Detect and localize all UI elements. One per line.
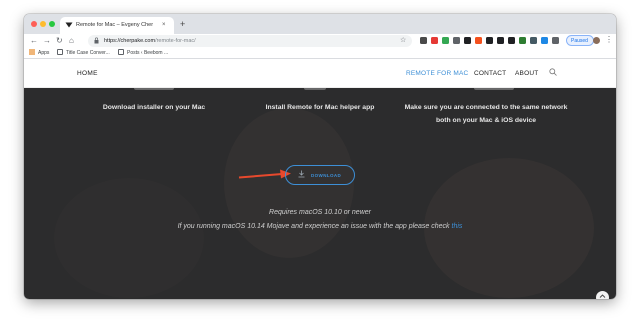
- tab-title: Remote for Mac – Evgeny Cher: [76, 22, 154, 28]
- url-path: /remote-for-mac/: [155, 38, 196, 44]
- extension-icon[interactable]: [497, 37, 504, 44]
- download-icon: [298, 170, 305, 182]
- browser-toolbar: ← → ↻ ⌂ https://cherpake.com/remote-for-…: [24, 34, 616, 48]
- tab-strip: Remote for Mac – Evgeny Cher × +: [24, 14, 616, 34]
- download-button[interactable]: DOWNLOAD: [285, 165, 355, 185]
- download-label: DOWNLOAD: [311, 173, 342, 178]
- menu-icon[interactable]: ⋮: [605, 35, 613, 45]
- back-icon[interactable]: ←: [30, 36, 38, 46]
- issue-link[interactable]: this: [452, 223, 463, 230]
- step-heading-cut: [304, 88, 326, 90]
- apps-grid-icon: [29, 49, 35, 55]
- extension-icon[interactable]: [431, 37, 438, 44]
- lock-icon: [94, 37, 99, 47]
- avatar[interactable]: [593, 37, 600, 44]
- search-icon[interactable]: [549, 68, 557, 79]
- profile-paused-button[interactable]: Paused: [566, 35, 594, 46]
- forward-icon[interactable]: →: [43, 36, 51, 46]
- reload-icon[interactable]: ↻: [56, 36, 63, 46]
- file-icon: [118, 49, 124, 55]
- extension-icon[interactable]: [541, 37, 548, 44]
- step-heading-cut: [474, 88, 514, 90]
- minimize-window-button[interactable]: [40, 21, 46, 27]
- paused-label: Paused: [571, 38, 588, 44]
- issue-sentence: If you running macOS 10.14 Mojave and ex…: [177, 223, 452, 230]
- home-icon[interactable]: ⌂: [69, 36, 74, 46]
- nav-remote-for-mac-link[interactable]: REMOTE FOR MAC: [406, 69, 468, 78]
- extension-icon[interactable]: [486, 37, 493, 44]
- site-nav: HOME REMOTE FOR MAC CONTACT ABOUT: [24, 59, 616, 88]
- address-bar[interactable]: https://cherpake.com/remote-for-mac/ ☆: [88, 35, 412, 47]
- chevron-up-icon: [599, 292, 606, 299]
- bookmarks-bar: Apps Title Case Conver... Posts ‹ Beebom…: [24, 48, 616, 59]
- extension-icon[interactable]: [464, 37, 471, 44]
- url-text[interactable]: https://cherpake.com/remote-for-mac/: [104, 37, 196, 45]
- extension-icon[interactable]: [530, 37, 537, 44]
- step-heading-cut: [134, 88, 174, 90]
- cherpake-logo-icon: [65, 21, 73, 29]
- step-install-text: Install Remote for Mac helper app: [265, 104, 375, 111]
- bookmark-star-icon[interactable]: ☆: [400, 36, 406, 45]
- extension-icon[interactable]: [453, 37, 460, 44]
- extension-icon[interactable]: [442, 37, 449, 44]
- extension-icon[interactable]: [552, 37, 559, 44]
- hero-section: Download installer on your Mac Install R…: [24, 88, 616, 299]
- file-icon: [57, 49, 63, 55]
- new-tab-button[interactable]: +: [180, 19, 185, 29]
- bookmark-label: Title Case Conver...: [66, 50, 110, 56]
- extension-icon[interactable]: [508, 37, 515, 44]
- scroll-to-top-button[interactable]: [596, 291, 609, 299]
- red-arrow-annotation: [238, 169, 291, 179]
- step-download-text: Download installer on your Mac: [102, 104, 206, 111]
- background-photo: [54, 178, 204, 298]
- bookmark-label: Posts ‹ Beebom ...: [127, 50, 169, 56]
- tab-remote-for-mac[interactable]: Remote for Mac – Evgeny Cher ×: [60, 17, 174, 34]
- url-host: https://cherpake.com: [104, 38, 156, 44]
- extension-icon[interactable]: [420, 37, 427, 44]
- bookmark-apps[interactable]: Apps: [29, 49, 49, 57]
- browser-window: Remote for Mac – Evgeny Cher × + ← → ↻ ⌂…: [24, 14, 616, 299]
- nav-about-link[interactable]: ABOUT: [515, 69, 538, 78]
- bookmark-posts-beebom[interactable]: Posts ‹ Beebom ...: [118, 49, 168, 57]
- nav-home-link[interactable]: HOME: [77, 69, 98, 78]
- bookmark-label: Apps: [38, 50, 50, 56]
- zoom-window-button[interactable]: [49, 21, 55, 27]
- requirement-text: Requires macOS 10.10 or newer: [269, 209, 371, 216]
- bookmark-title-case[interactable]: Title Case Conver...: [57, 49, 110, 57]
- close-window-button[interactable]: [31, 21, 37, 27]
- nav-contact-link[interactable]: CONTACT: [474, 69, 506, 78]
- issue-text: If you running macOS 10.14 Mojave and ex…: [24, 222, 616, 232]
- extension-icon[interactable]: [475, 37, 482, 44]
- extension-icon[interactable]: [519, 37, 526, 44]
- step-network-text: Make sure you are connected to the same …: [404, 104, 568, 124]
- tab-close-icon[interactable]: ×: [162, 21, 166, 29]
